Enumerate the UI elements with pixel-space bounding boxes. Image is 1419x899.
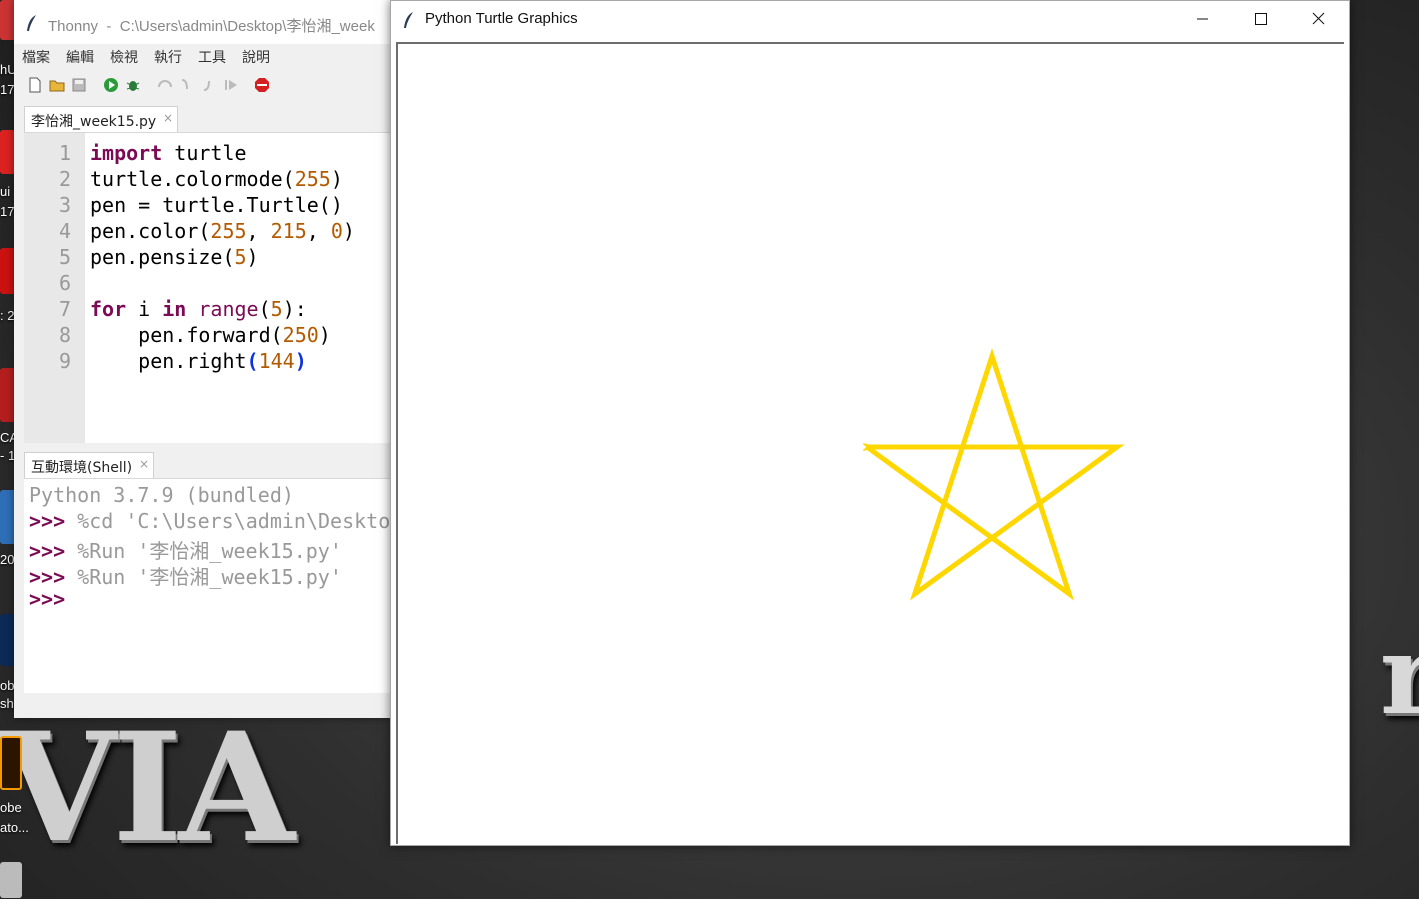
line-number: 9	[58, 349, 71, 373]
resume-icon[interactable]	[223, 77, 239, 93]
turtle-feather-icon	[404, 12, 413, 28]
line-number: 8	[58, 323, 71, 347]
new-file-icon[interactable]	[27, 77, 43, 93]
desktop-label: : 2	[0, 308, 15, 323]
tab-shell[interactable]: 互動環境(Shell) ×	[24, 452, 154, 478]
tab-shell-label: 互動環境(Shell)	[31, 460, 133, 476]
wallpaper-text: VIA	[0, 700, 295, 876]
code-line-3: pen = turtle.Turtle()	[90, 193, 343, 217]
menu-help[interactable]: 說明	[242, 47, 270, 67]
desktop-label: sh	[0, 696, 14, 711]
step-into-icon[interactable]	[179, 77, 195, 93]
desktop-label: 17	[0, 82, 15, 97]
desktop-label: 20	[0, 552, 15, 567]
shell-banner: Python 3.7.9 (bundled)	[29, 483, 294, 507]
menu-run[interactable]: 執行	[154, 47, 182, 67]
line-number: 3	[58, 193, 71, 217]
turtle-canvas[interactable]	[396, 42, 1344, 844]
code-line-8: pen.forward(250)	[90, 323, 331, 347]
shell-line: >>> %Run '李怡湘_week15.py'	[29, 565, 342, 589]
shell-prompt[interactable]: >>>	[29, 587, 65, 611]
illustrator-icon[interactable]	[0, 736, 22, 790]
line-number: 1	[58, 141, 71, 165]
thonny-window: Thonny - C:\Users\admin\Desktop\李怡湘_week…	[14, 0, 390, 718]
code-line-2: turtle.colormode(255)	[90, 167, 343, 191]
turtle-titlebar[interactable]: Python Turtle Graphics	[391, 1, 1349, 39]
turtle-drawing	[862, 348, 1125, 601]
thonny-title: Thonny - C:\Users\admin\Desktop\李怡湘_week	[48, 18, 375, 35]
close-icon[interactable]: ×	[163, 111, 173, 125]
line-number: 5	[58, 245, 71, 269]
close-window-button[interactable]	[1289, 1, 1347, 37]
run-icon[interactable]	[103, 77, 119, 93]
debug-icon[interactable]	[125, 77, 141, 93]
thonny-titlebar[interactable]: Thonny - C:\Users\admin\Desktop\李怡湘_week	[14, 0, 390, 44]
menu-file[interactable]: 檔案	[22, 47, 50, 67]
line-number: 4	[58, 219, 71, 243]
toolbar	[14, 70, 390, 100]
save-icon[interactable]	[71, 77, 87, 93]
line-number-gutter: 1 2 3 4 5 6 7 8 9	[24, 133, 85, 443]
wallpaper-text-right: r	[1380, 610, 1419, 739]
shell-line: >>> %Run '李怡湘_week15.py'	[29, 539, 342, 563]
line-number: 6	[58, 271, 71, 295]
stop-icon[interactable]	[254, 77, 270, 93]
code-line-4: pen.color(255, 215, 0)	[90, 219, 355, 243]
open-file-icon[interactable]	[49, 77, 65, 93]
line-number: 2	[58, 167, 71, 191]
desktop-label: ui	[0, 184, 11, 199]
close-icon[interactable]: ×	[139, 457, 149, 471]
desktop-label: - 1	[0, 448, 16, 463]
code-line-9: pen.right(144)	[90, 349, 307, 373]
desktop-label: obe	[0, 800, 22, 815]
recycle-bin-icon[interactable]	[0, 862, 22, 898]
tab-editor-file-label: 李怡湘_week15.py	[31, 114, 157, 130]
code-line-5: pen.pensize(5)	[90, 245, 259, 269]
line-number: 7	[58, 297, 71, 321]
code-line-1: import turtle	[90, 141, 247, 165]
step-out-icon[interactable]	[201, 77, 217, 93]
desktop-label: 17	[0, 204, 15, 219]
code-editor[interactable]: 1 2 3 4 5 6 7 8 9 import turtle turtle.c…	[24, 132, 390, 443]
menubar: 檔案 編輯 檢視 執行 工具 說明	[14, 44, 390, 68]
turtle-graphics-window: Python Turtle Graphics	[390, 0, 1350, 846]
code-line-7: for i in range(5):	[90, 297, 307, 321]
tab-editor-file[interactable]: 李怡湘_week15.py ×	[24, 106, 178, 132]
thonny-feather-icon	[27, 15, 36, 31]
minimize-button[interactable]	[1173, 1, 1231, 37]
shell-panel[interactable]: Python 3.7.9 (bundled) >>> %cd 'C:\Users…	[24, 478, 390, 693]
star-path	[865, 348, 1125, 601]
step-over-icon[interactable]	[157, 77, 173, 93]
shell-line: >>> %cd 'C:\Users\admin\Deskto	[29, 509, 390, 533]
menu-view[interactable]: 檢視	[110, 47, 138, 67]
menu-tools[interactable]: 工具	[198, 47, 226, 67]
maximize-button[interactable]	[1231, 1, 1289, 37]
desktop-label: ato...	[0, 820, 29, 835]
turtle-window-title: Python Turtle Graphics	[425, 10, 578, 27]
menu-edit[interactable]: 編輯	[66, 47, 94, 67]
